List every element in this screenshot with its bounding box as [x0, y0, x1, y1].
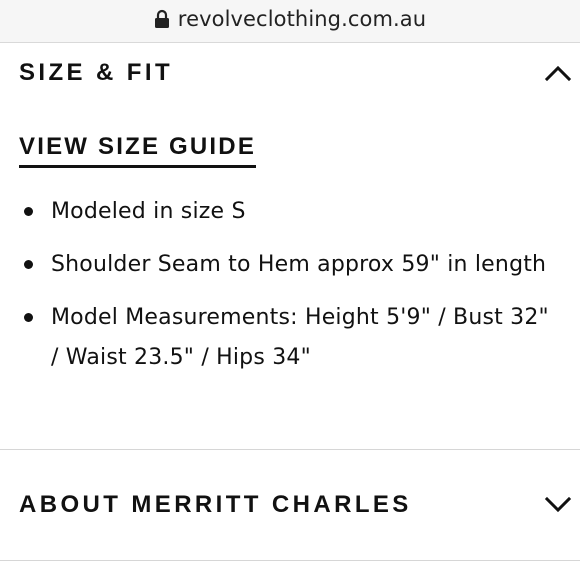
browser-url-bar[interactable]: revolveclothing.com.au: [0, 0, 580, 43]
section-divider: [0, 449, 580, 450]
bullet-text: Model Measurements: Height 5'9" / Bust 3…: [51, 305, 549, 370]
chevron-down-icon[interactable]: [544, 495, 572, 515]
url-container: revolveclothing.com.au: [154, 7, 426, 31]
bullet-dot: [24, 207, 33, 216]
list-item: Shoulder Seam to Hem approx 59" in lengt…: [0, 245, 580, 285]
size-fit-details-list: Modeled in size S Shoulder Seam to Hem a…: [0, 192, 580, 378]
bullet-text: Modeled in size S: [51, 199, 246, 224]
lock-icon: [154, 9, 169, 28]
about-brand-accordion-header[interactable]: ABOUT MERRITT CHARLES: [0, 482, 580, 528]
chevron-up-icon[interactable]: [544, 63, 572, 83]
section-divider: [0, 560, 580, 561]
list-item: Model Measurements: Height 5'9" / Bust 3…: [0, 298, 580, 378]
about-brand-title: ABOUT MERRITT CHARLES: [19, 491, 412, 518]
bullet-text: Shoulder Seam to Hem approx 59" in lengt…: [51, 252, 547, 277]
url-text: revolveclothing.com.au: [177, 7, 427, 31]
bullet-dot: [24, 313, 33, 322]
list-item: Modeled in size S: [0, 192, 580, 232]
size-fit-accordion-header[interactable]: SIZE & FIT: [0, 50, 580, 96]
bullet-dot: [24, 260, 33, 269]
view-size-guide-link[interactable]: VIEW SIZE GUIDE: [19, 132, 257, 168]
size-fit-title: SIZE & FIT: [19, 59, 173, 86]
